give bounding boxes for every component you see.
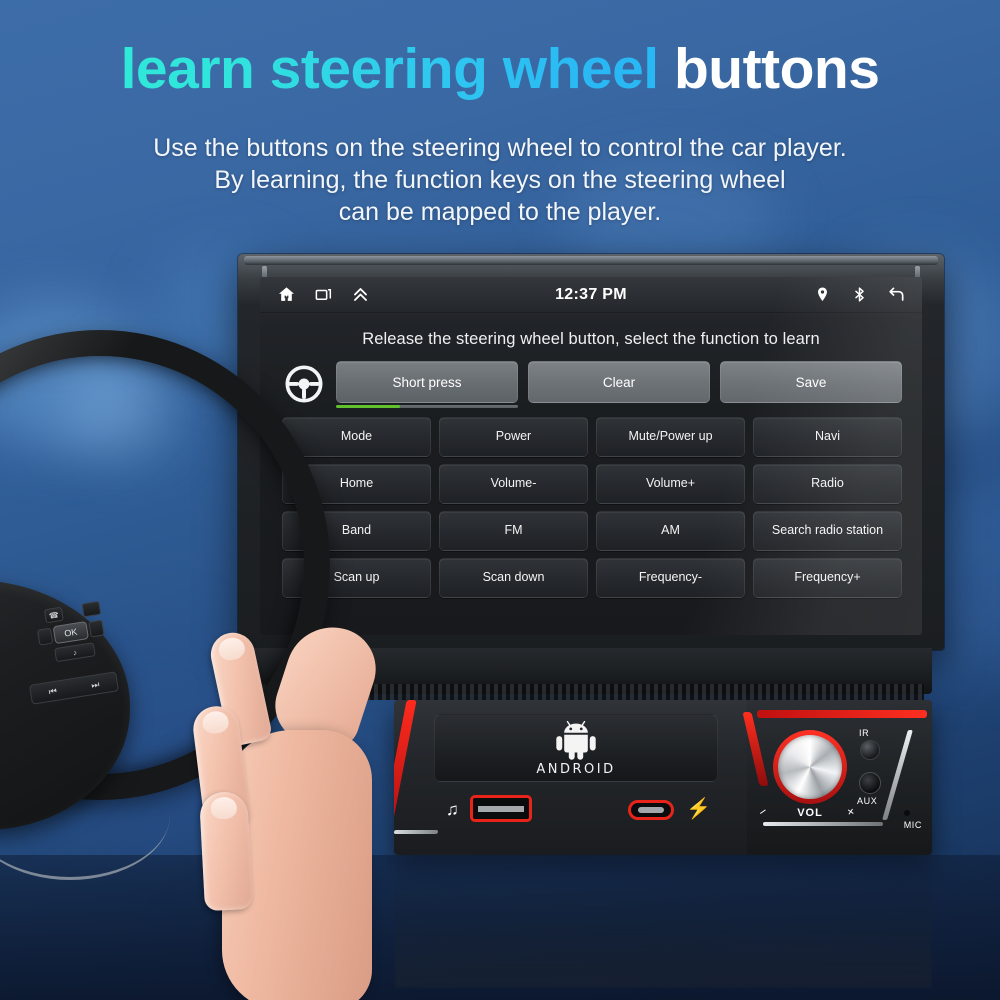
faceplate-control-section: − + VOL IR AUX MIC [742,700,932,855]
page-title-accent: learn steering wheel [120,37,660,101]
swc-left-button[interactable] [36,627,54,646]
swc-right-button[interactable] [88,619,105,638]
function-button[interactable]: Mute/Power up [596,417,745,457]
android-robot-icon [556,720,596,760]
action-save-wrap: Save [720,361,902,403]
subtitle-line-3: can be mapped to the player. [338,198,662,226]
usb-c-slot [638,807,664,813]
clear-button[interactable]: Clear [528,361,710,403]
volume-knob[interactable] [778,735,842,799]
function-button[interactable]: Radio [753,464,902,504]
android-wordmark: ANDROID [536,761,616,777]
user-hand [190,610,387,1000]
function-button[interactable]: FM [439,511,588,551]
fingernail [216,635,247,663]
swc-voice-button[interactable] [81,600,102,618]
function-button[interactable]: Frequency+ [753,558,902,598]
hand-ring-finger [198,790,254,912]
mic-label: MIC [903,820,922,830]
android-logo-panel: ANDROID [434,714,718,782]
function-button[interactable]: Volume+ [596,464,745,504]
music-note-icon: ♫ [446,800,459,819]
status-bar-clock: 12:37 PM [555,285,627,303]
usb-c-port[interactable] [628,800,674,820]
usb-a-port[interactable] [470,795,532,822]
faceplate-red-accent-top [757,710,927,718]
ir-sensor [860,740,880,760]
function-button[interactable]: Volume- [439,464,588,504]
faceplate-silver-accent-bottom [763,822,883,826]
page-title-plain: buttons [673,37,880,101]
swc-mute-button[interactable]: ♪ [54,642,96,663]
action-clear-wrap: Clear [528,361,710,403]
swc-phone-button[interactable]: ☎ [43,606,64,624]
faceplate-red-accent-side [742,712,769,786]
save-button[interactable]: Save [720,361,902,403]
usb-a-slot [478,806,524,812]
page-subtitle: Use the buttons on the steering wheel to… [0,132,1000,228]
steering-wheel-control-pad: ☎ OK ♪ [36,596,125,669]
swc-next-track-icon[interactable]: ⏭ [90,679,100,691]
faceplate-silver-accent-left [394,830,439,834]
volume-down-arrow-icon: − [755,803,771,820]
ir-label: IR [859,728,870,738]
aux-label: AUX [857,796,878,806]
status-bar: 12:37 PM [260,277,922,313]
steering-wheel-chrome-trim [0,750,170,880]
swc-ok-button[interactable]: OK [52,621,90,645]
swc-prev-track-icon[interactable]: ⏮ [48,685,58,697]
volume-knob-ring [773,730,847,804]
function-button[interactable]: Search radio station [753,511,902,551]
charge-bolt-icon: ⚡ [686,798,711,820]
function-button[interactable]: Scan down [439,558,588,598]
function-button[interactable]: Power [439,417,588,457]
function-button[interactable]: Frequency- [596,558,745,598]
page-title: learn steering wheel buttons [0,36,1000,102]
aux-jack-port[interactable] [859,772,881,794]
mic-hole [904,810,910,816]
fingernail [210,796,238,820]
subtitle-line-1: Use the buttons on the steering wheel to… [153,134,847,162]
faceplate-red-accent-left [394,700,417,830]
faceplate-silver-accent-right [882,730,913,820]
function-button[interactable]: AM [596,511,745,551]
subtitle-line-2: By learning, the function keys on the st… [214,166,786,194]
function-button[interactable]: Navi [753,417,902,457]
fingernail [201,709,230,735]
stereo-faceplate: ANDROID ♫ ⚡ − + VOL IR AUX MIC [394,700,932,855]
poster-canvas: learn steering wheel buttons Use the but… [0,0,1000,1000]
volume-label: VOL [797,807,823,819]
